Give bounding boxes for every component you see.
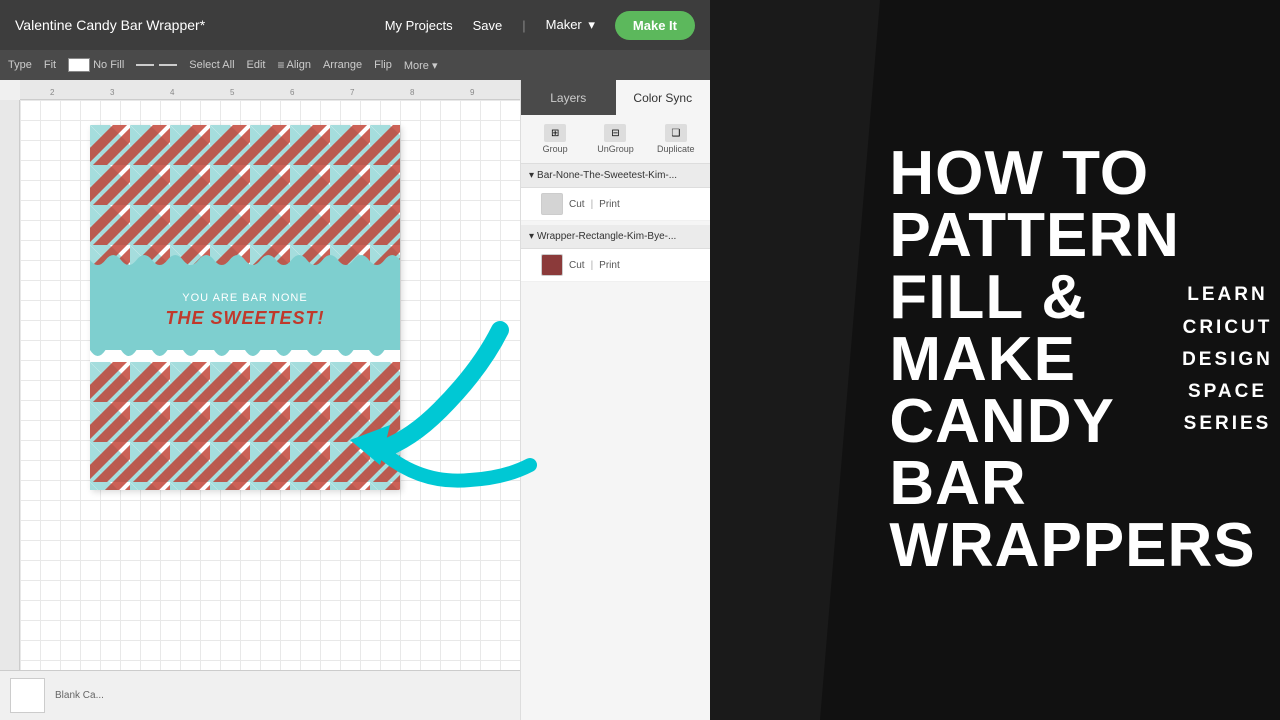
layer-color-1 [541, 193, 563, 215]
expand-icon-1: ▾ [529, 170, 534, 181]
blank-canvas-item[interactable] [10, 678, 45, 713]
layer-color-2 [541, 254, 563, 276]
learn-text-section: LEARN CRICUT DESIGN SPACE SERIES [1160, 0, 1280, 720]
type-tool[interactable]: Type [8, 59, 32, 71]
layer-action-2-cut[interactable]: Cut [569, 260, 585, 271]
wrapper-text-top: YOU ARE BAR NONE [182, 292, 307, 304]
tab-color-sync[interactable]: Color Sync [616, 80, 711, 115]
teal-section: YOU ARE BAR NONE THE SWEETEST! [90, 270, 400, 350]
layers-sidebar: Layers Color Sync ⊞ Group ⊟ UnGroup ❑ [520, 80, 710, 720]
flip-tool[interactable]: Flip [374, 59, 392, 71]
learn-text: LEARN CRICUT DESIGN SPACE SERIES [1182, 279, 1273, 440]
chevron-down-icon: ▾ [588, 17, 595, 32]
layer-group-1-name: Bar-None-The-Sweetest-Kim-... [537, 170, 702, 181]
layer-action-1-cut[interactable]: Cut [569, 199, 585, 210]
arrange-tool[interactable]: Arrange [323, 59, 362, 71]
sidebar-tab-bar: Layers Color Sync [521, 80, 710, 115]
layer-item-2[interactable]: Cut | Print [521, 249, 710, 282]
nav-divider: | [522, 18, 525, 33]
plaid-top [90, 125, 400, 270]
machine-selector[interactable]: Maker ▾ [546, 17, 595, 33]
layer-action-2-print[interactable]: Print [599, 260, 620, 271]
layer-group-1: ▾ Bar-None-The-Sweetest-Kim-... Cut | Pr… [521, 164, 710, 221]
fit-tool[interactable]: Fit [44, 59, 56, 71]
layer-separator-1: | [591, 199, 594, 210]
ungroup-button[interactable]: ⊟ UnGroup [587, 121, 643, 157]
wrapper-text-bottom: THE SWEETEST! [165, 308, 324, 329]
layer-group-2-name: Wrapper-Rectangle-Kim-Bye-... [537, 231, 702, 242]
tutorial-panel: LEARN CRICUT DESIGN SPACE SERIES HOW TO … [710, 0, 1280, 720]
layer-list: ▾ Bar-None-The-Sweetest-Kim-... Cut | Pr… [521, 164, 710, 720]
save-button[interactable]: Save [473, 18, 503, 33]
edit-button[interactable]: Edit [247, 59, 266, 71]
project-title: Valentine Candy Bar Wrapper* [15, 17, 365, 33]
scallop-divider [90, 350, 400, 362]
edit-toolbar: Type Fit No Fill Select All Edit ≡ Align… [0, 50, 710, 80]
duplicate-button[interactable]: ❑ Duplicate [648, 121, 704, 157]
line-tool[interactable] [136, 64, 177, 66]
select-all-button[interactable]: Select All [189, 59, 234, 71]
layer-item-1[interactable]: Cut | Print [521, 188, 710, 221]
plaid-bottom [90, 362, 400, 490]
layer-separator-2: | [591, 260, 594, 271]
layer-group-2: ▾ Wrapper-Rectangle-Kim-Bye-... Cut | Pr… [521, 225, 710, 282]
sidebar-tools: ⊞ Group ⊟ UnGroup ❑ Duplicate [521, 115, 710, 164]
no-fill-tool[interactable]: No Fill [68, 58, 124, 72]
layer-group-1-header[interactable]: ▾ Bar-None-The-Sweetest-Kim-... [521, 164, 710, 188]
candy-wrapper[interactable]: YOU ARE BAR NONE THE SWEETEST! [90, 125, 400, 490]
blank-canvas-label: Blank Ca... [55, 690, 104, 701]
layer-action-1-print[interactable]: Print [599, 199, 620, 210]
more-button[interactable]: More ▾ [404, 59, 438, 72]
ruler-left [0, 100, 20, 670]
my-projects-link[interactable]: My Projects [385, 18, 453, 33]
tab-layers[interactable]: Layers [521, 80, 616, 115]
top-bar: Valentine Candy Bar Wrapper* My Projects… [0, 0, 710, 50]
group-button[interactable]: ⊞ Group [527, 121, 583, 157]
make-it-button[interactable]: Make It [615, 11, 695, 40]
design-space-panel: Valentine Candy Bar Wrapper* My Projects… [0, 0, 710, 720]
layer-group-2-header[interactable]: ▾ Wrapper-Rectangle-Kim-Bye-... [521, 225, 710, 249]
machine-label: Maker [546, 17, 582, 32]
align-tool[interactable]: ≡ Align [277, 58, 310, 72]
expand-icon-2: ▾ [529, 231, 534, 242]
